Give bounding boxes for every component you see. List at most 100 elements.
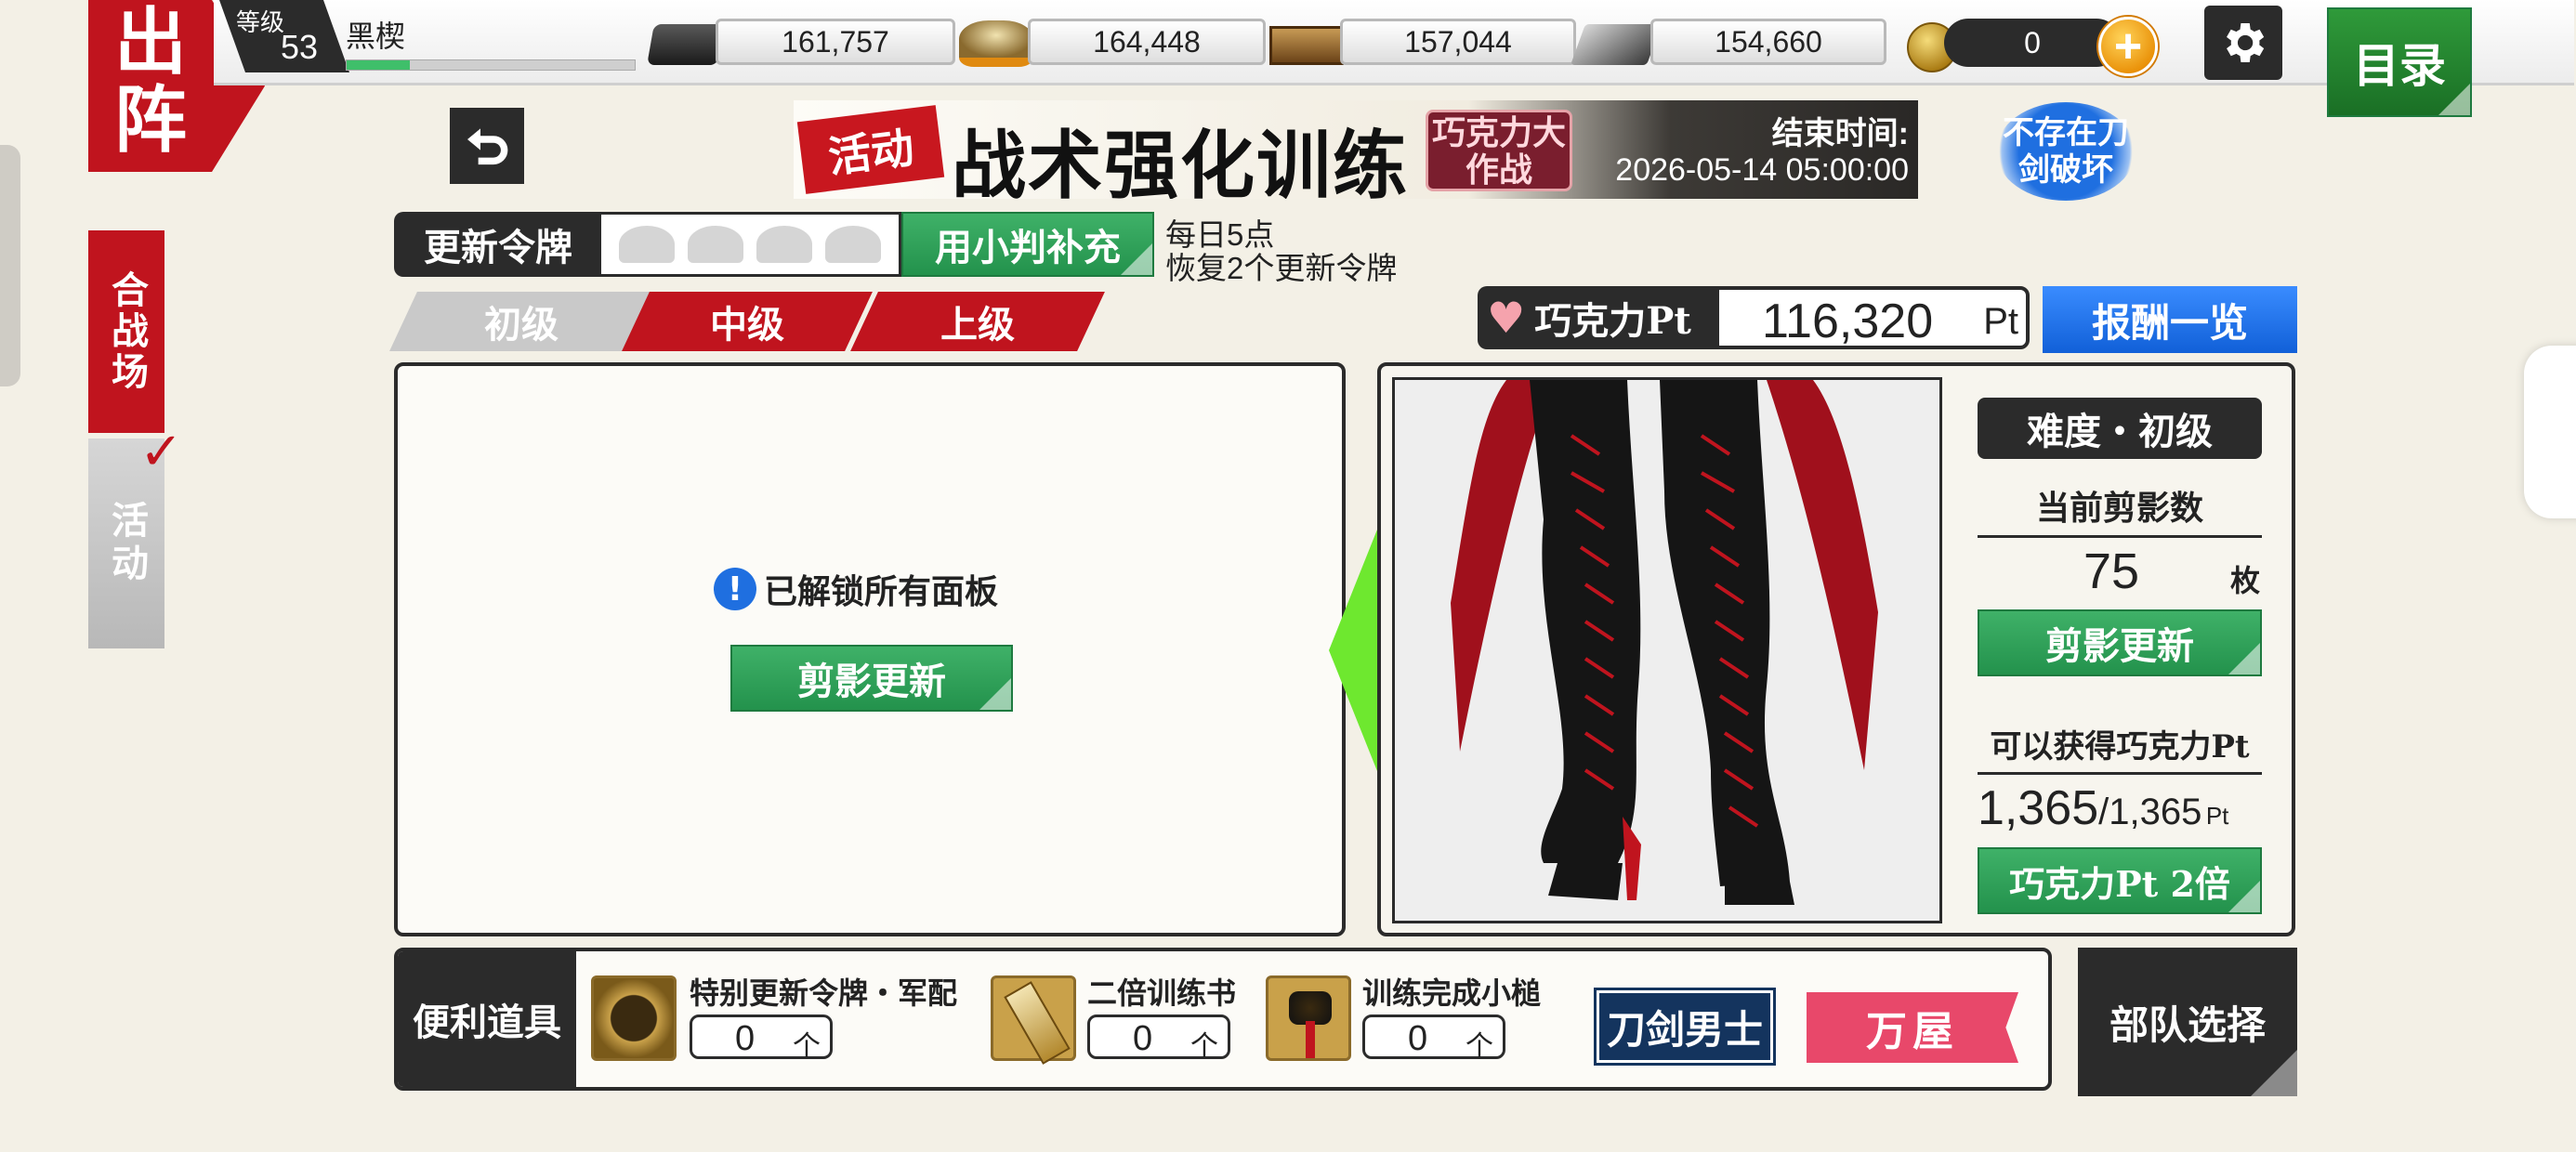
settings-button[interactable] [2204, 6, 2282, 80]
coin-value-box: 0 [1944, 19, 2121, 67]
resource-balls-of-steel: 154,660 [1570, 19, 1888, 71]
obtainable-pt-max: /1,365 [2098, 792, 2202, 832]
silhouette-count-label: 当前剪影数 [1978, 481, 2262, 538]
item-name: 训练完成小槌 [1362, 975, 1542, 1011]
add-coins-button[interactable]: + [2098, 17, 2158, 76]
event-end-label: 结束时间: [1771, 116, 1909, 151]
event-subtitle-badge: 巧克力大作战 [1426, 110, 1572, 191]
plus-icon: + [2113, 20, 2143, 73]
item-count-box: 0 个 [690, 1015, 833, 1062]
item-count: 0 [735, 1019, 756, 1058]
boots-illustration [1451, 380, 1878, 905]
obtainable-pt-unit: Pt [2205, 802, 2229, 830]
sortie-title: 出阵 [113, 0, 187, 163]
level-label: 等级 [236, 8, 285, 36]
charcoal-icon [647, 24, 725, 65]
cold-steel-icon [1269, 26, 1344, 65]
event-tag: 活动 [796, 105, 945, 194]
balls-of-steel-icon [1570, 24, 1663, 65]
return-arrow-icon [467, 128, 508, 165]
scroll-icon [991, 975, 1076, 1065]
item-training-mallet[interactable]: 训练完成小槌 0 个 [1266, 962, 1563, 1083]
resource-value: 157,044 [1340, 19, 1576, 65]
menu-button[interactable]: 目录 [2327, 7, 2472, 117]
tab-tier-advanced[interactable]: 上级 [850, 292, 1105, 351]
token-note-restore: 恢复2个更新令牌 [1165, 251, 1398, 285]
event-banner: 活动 战术强化训练 巧克力大作战 结束时间: 2026-05-14 05:00:… [794, 100, 1918, 199]
item-unit: 个 [1190, 1031, 1218, 1062]
item-double-training-book[interactable]: 二倍训练书 0 个 [991, 962, 1260, 1083]
event-title: 战术强化训练 [952, 122, 1409, 199]
token-slot-icon [825, 226, 881, 263]
resource-value: 154,660 [1650, 19, 1886, 65]
squad-select-button[interactable]: 部队选择 [2078, 948, 2297, 1096]
resource-value: 161,757 [716, 19, 955, 65]
coin-value: 0 [2024, 25, 2041, 59]
item-count: 0 [1408, 1019, 1428, 1058]
silhouette-count-unit: 枚 [2230, 563, 2261, 598]
convenience-items-label: 便利道具 [398, 951, 576, 1087]
silhouette-panel: 难度・初级 当前剪影数 75 枚 剪影更新 可以获得巧克力Pt 1,365/1,… [1377, 362, 2295, 936]
obtainable-pt-values: 1,365/1,365 Pt [1978, 780, 2284, 836]
menu-label: 目录 [2353, 38, 2446, 93]
floating-assist-handle[interactable] [2524, 346, 2576, 518]
item-count-box: 0 个 [1362, 1015, 1505, 1062]
resource-charcoal: 161,757 [647, 19, 957, 71]
silhouette-refresh-button[interactable]: 剪影更新 [1978, 609, 2262, 676]
exp-bar [346, 59, 636, 71]
player-name: 黑楔 [346, 20, 406, 53]
info-icon: ! [714, 568, 756, 610]
difficulty-badge: 难度・初级 [1978, 398, 2262, 459]
chocolate-pt-value: 116,320 [1762, 295, 1934, 348]
token-slots [598, 212, 901, 277]
token-slot-icon [756, 226, 812, 263]
item-unit: 个 [793, 1031, 821, 1062]
resource-value: 164,448 [1028, 19, 1266, 65]
panel-board: ! 已解锁所有面板 剪影更新 [394, 362, 1346, 936]
tab-event-label: 活动 [105, 501, 149, 586]
yorozuya-shop-button[interactable]: 万屋 [1807, 992, 2018, 1063]
double-chocolate-pt-button[interactable]: 巧克力Pt 2倍 [1978, 847, 2262, 914]
item-count: 0 [1133, 1019, 1153, 1058]
item-name: 二倍训练书 [1087, 975, 1237, 1011]
left-edge-handle[interactable] [0, 145, 20, 386]
gunbai-fan-icon [591, 975, 677, 1061]
exp-bar-fill [347, 60, 411, 70]
obtainable-pt-label: 可以获得巧克力Pt [1978, 721, 2262, 775]
token-slot-icon [688, 226, 743, 263]
resource-whetstone: 164,448 [959, 19, 1266, 71]
gear-icon [2227, 23, 2265, 62]
chocolate-pt-unit: Pt [1983, 301, 2018, 342]
item-count-box: 0 个 [1087, 1015, 1230, 1062]
item-special-token[interactable]: 特别更新令牌・军配 0 个 [591, 962, 981, 1083]
panel-status-message: ! 已解锁所有面板 [714, 565, 998, 613]
tab-battlefield-label: 合战场 [105, 270, 149, 393]
chocolate-pt-value-box: 116,320 Pt [1715, 286, 2030, 349]
tab-tier-beginner[interactable]: 初级 [389, 292, 653, 351]
character-silhouette-image [1392, 377, 1942, 923]
mallet-icon [1266, 975, 1351, 1061]
item-name: 特别更新令牌・军配 [690, 975, 958, 1011]
tab-tier-intermediate[interactable]: 中级 [622, 292, 873, 351]
whetstone-icon [959, 20, 1033, 67]
silhouette-count-value: 75 [2083, 543, 2140, 599]
obtainable-pt-current: 1,365 [1978, 781, 2099, 835]
checkmark-icon: ✓ [139, 422, 183, 482]
touken-danshi-button[interactable]: 刀剑男士 [1594, 988, 1776, 1066]
level-value: 53 [281, 28, 319, 66]
heart-icon: ♥ [1487, 293, 1526, 343]
tab-battlefield[interactable]: 合战场 [88, 230, 164, 433]
refill-with-koban-button[interactable]: 用小判补充 [901, 212, 1154, 277]
no-sword-break-badge: 不存在刀剑破坏 [1996, 102, 2136, 201]
update-token-label: 更新令牌 [394, 212, 602, 277]
item-unit: 个 [1465, 1031, 1493, 1062]
token-slot-icon [619, 226, 675, 263]
rewards-list-button[interactable]: 报酬一览 [2043, 286, 2297, 353]
resource-cold-steel: 157,044 [1268, 19, 1578, 71]
convenience-items-bar: 便利道具 特别更新令牌・军配 0 个 二倍训练书 0 个 训练完成小槌 0 个 … [394, 948, 2052, 1091]
silhouette-refresh-button[interactable]: 剪影更新 [730, 645, 1013, 712]
koban-coin-display: 0 + [1907, 17, 2158, 76]
chocolate-pt-label: ♥ 巧克力Pt [1478, 286, 1719, 349]
back-button[interactable] [450, 108, 524, 184]
event-end-time: 2026-05-14 05:00:00 [1615, 152, 1909, 188]
